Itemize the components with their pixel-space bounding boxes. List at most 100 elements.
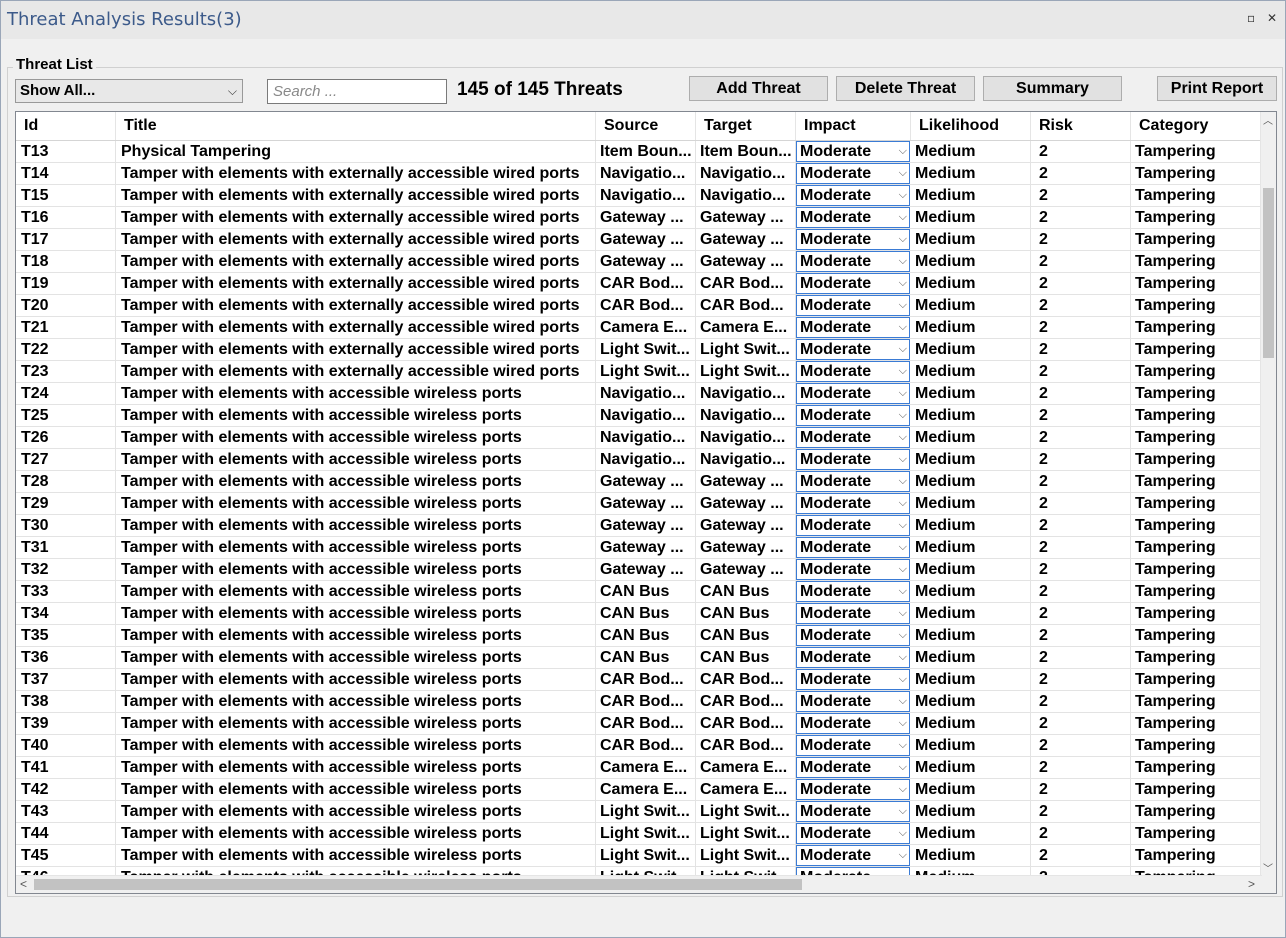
impact-dropdown[interactable]: Moderate⌵ — [796, 581, 910, 602]
table-row[interactable]: T30 Tamper with elements with accessible … — [16, 515, 1262, 537]
table-row[interactable]: T17 Tamper with elements with externally … — [16, 229, 1262, 251]
impact-dropdown[interactable]: Moderate⌵ — [796, 383, 910, 404]
horizontal-scrollbar[interactable]: < > — [16, 875, 1262, 893]
impact-dropdown[interactable]: Moderate⌵ — [796, 295, 910, 316]
close-icon[interactable]: ✕ — [1267, 11, 1277, 25]
impact-dropdown[interactable]: Moderate⌵ — [796, 845, 910, 866]
scroll-up-icon[interactable]: ︿ — [1263, 112, 1273, 127]
table-row[interactable]: T39 Tamper with elements with accessible … — [16, 713, 1262, 735]
filter-dropdown[interactable]: Show All... ⌵ — [15, 79, 243, 103]
vertical-scroll-thumb[interactable] — [1263, 188, 1274, 358]
scroll-left-icon[interactable]: < — [20, 877, 27, 891]
table-row[interactable]: T37 Tamper with elements with accessible … — [16, 669, 1262, 691]
table-row[interactable]: T25 Tamper with elements with accessible … — [16, 405, 1262, 427]
impact-dropdown[interactable]: Moderate⌵ — [796, 317, 910, 338]
cell-id: T24 — [16, 383, 116, 404]
table-row[interactable]: T13 Physical Tampering Item Boun... Item Bo… — [16, 141, 1262, 163]
table-row[interactable]: T21 Tamper with elements with externally … — [16, 317, 1262, 339]
table-row[interactable]: T15 Tamper with elements with externally … — [16, 185, 1262, 207]
column-header-likelihood[interactable]: Likelihood — [911, 112, 1031, 140]
scroll-right-icon[interactable]: > — [1248, 877, 1255, 891]
impact-dropdown[interactable]: Moderate⌵ — [796, 801, 910, 822]
table-row[interactable]: T46Tamper with elements with accessible … — [16, 867, 1262, 875]
column-header-source[interactable]: Source — [596, 112, 696, 140]
column-header-risk[interactable]: Risk — [1031, 112, 1131, 140]
summary-button[interactable]: Summary — [983, 76, 1122, 101]
table-row[interactable]: T38 Tamper with elements with accessible … — [16, 691, 1262, 713]
impact-dropdown[interactable]: Moderate⌵ — [796, 537, 910, 558]
table-row[interactable]: T28 Tamper with elements with accessible … — [16, 471, 1262, 493]
impact-dropdown[interactable]: Moderate⌵ — [796, 735, 910, 756]
table-row[interactable]: T44 Tamper with elements with accessible … — [16, 823, 1262, 845]
column-header-impact[interactable]: Impact — [796, 112, 911, 140]
impact-dropdown[interactable]: Moderate⌵ — [796, 339, 910, 360]
table-row[interactable]: T45 Tamper with elements with accessible … — [16, 845, 1262, 867]
impact-dropdown[interactable]: Moderate⌵ — [796, 757, 910, 778]
table-row[interactable]: T18 Tamper with elements with externally … — [16, 251, 1262, 273]
impact-dropdown[interactable]: Moderate⌵ — [796, 449, 910, 470]
impact-dropdown[interactable]: Moderate⌵ — [796, 207, 910, 228]
table-row[interactable]: T35 Tamper with elements with accessible … — [16, 625, 1262, 647]
column-header-target[interactable]: Target — [696, 112, 796, 140]
table-row[interactable]: T32 Tamper with elements with accessible … — [16, 559, 1262, 581]
impact-dropdown[interactable]: Moderate⌵ — [796, 669, 910, 690]
impact-dropdown[interactable]: Moderate⌵ — [796, 163, 910, 184]
table-row[interactable]: T22 Tamper with elements with externally … — [16, 339, 1262, 361]
impact-dropdown[interactable]: Moderate⌵ — [796, 141, 910, 162]
table-row[interactable]: T42 Tamper with elements with accessible … — [16, 779, 1262, 801]
threat-grid[interactable]: Id Title Source Target Impact Likelihood… — [15, 111, 1277, 894]
search-input[interactable] — [267, 79, 447, 104]
table-row[interactable]: T14 Tamper with elements with externally … — [16, 163, 1262, 185]
table-row[interactable]: T20 Tamper with elements with externally … — [16, 295, 1262, 317]
table-row[interactable]: T34 Tamper with elements with accessible … — [16, 603, 1262, 625]
impact-dropdown[interactable]: Moderate⌵ — [796, 515, 910, 536]
impact-dropdown[interactable]: Moderate⌵ — [796, 691, 910, 712]
table-row[interactable]: T40 Tamper with elements with accessible … — [16, 735, 1262, 757]
impact-dropdown[interactable]: Moderate⌵ — [796, 229, 910, 250]
table-row[interactable]: T36 Tamper with elements with accessible … — [16, 647, 1262, 669]
impact-dropdown[interactable]: Moderate⌵ — [796, 713, 910, 734]
print-report-button[interactable]: Print Report — [1157, 76, 1277, 101]
impact-dropdown[interactable]: Moderate⌵ — [796, 427, 910, 448]
cell-target: CAN Bus — [696, 581, 796, 602]
table-row[interactable]: T26 Tamper with elements with accessible … — [16, 427, 1262, 449]
table-row[interactable]: T24 Tamper with elements with accessible … — [16, 383, 1262, 405]
vertical-scrollbar[interactable]: ︿ ﹀ — [1260, 112, 1276, 876]
impact-dropdown[interactable]: Moderate⌵ — [796, 185, 910, 206]
impact-dropdown[interactable]: Moderate⌵ — [796, 867, 910, 875]
impact-dropdown[interactable]: Moderate⌵ — [796, 625, 910, 646]
cell-id: T30 — [16, 515, 116, 536]
column-header-id[interactable]: Id — [16, 112, 116, 140]
table-row[interactable]: T27 Tamper with elements with accessible … — [16, 449, 1262, 471]
table-row[interactable]: T19 Tamper with elements with externally … — [16, 273, 1262, 295]
impact-dropdown[interactable]: Moderate⌵ — [796, 273, 910, 294]
cell-title: Tamper with elements with externally acc… — [116, 251, 596, 272]
delete-threat-button[interactable]: Delete Threat — [836, 76, 975, 101]
impact-dropdown[interactable]: Moderate⌵ — [796, 647, 910, 668]
horizontal-scroll-thumb[interactable] — [34, 879, 802, 890]
scroll-down-icon[interactable]: ﹀ — [1263, 860, 1273, 875]
impact-dropdown[interactable]: Moderate⌵ — [796, 493, 910, 514]
table-row[interactable]: T29 Tamper with elements with accessible … — [16, 493, 1262, 515]
table-row[interactable]: T43 Tamper with elements with accessible … — [16, 801, 1262, 823]
restore-icon[interactable]: ▫ — [1247, 11, 1255, 25]
chevron-down-icon: ⌵ — [898, 695, 907, 707]
impact-dropdown[interactable]: Moderate⌵ — [796, 559, 910, 580]
impact-dropdown[interactable]: Moderate⌵ — [796, 603, 910, 624]
table-row[interactable]: T33 Tamper with elements with accessible … — [16, 581, 1262, 603]
cell-likelihood: Medium — [911, 295, 1031, 316]
cell-likelihood: Medium — [911, 361, 1031, 382]
table-row[interactable]: T23 Tamper with elements with externally … — [16, 361, 1262, 383]
column-header-title[interactable]: Title — [116, 112, 596, 140]
column-header-category[interactable]: Category — [1131, 112, 1262, 140]
impact-dropdown[interactable]: Moderate⌵ — [796, 823, 910, 844]
impact-dropdown[interactable]: Moderate⌵ — [796, 251, 910, 272]
table-row[interactable]: T41 Tamper with elements with accessible … — [16, 757, 1262, 779]
impact-dropdown[interactable]: Moderate⌵ — [796, 779, 910, 800]
impact-dropdown[interactable]: Moderate⌵ — [796, 471, 910, 492]
add-threat-button[interactable]: Add Threat — [689, 76, 828, 101]
impact-dropdown[interactable]: Moderate⌵ — [796, 405, 910, 426]
table-row[interactable]: T31 Tamper with elements with accessible … — [16, 537, 1262, 559]
table-row[interactable]: T16 Tamper with elements with externally … — [16, 207, 1262, 229]
impact-dropdown[interactable]: Moderate⌵ — [796, 361, 910, 382]
